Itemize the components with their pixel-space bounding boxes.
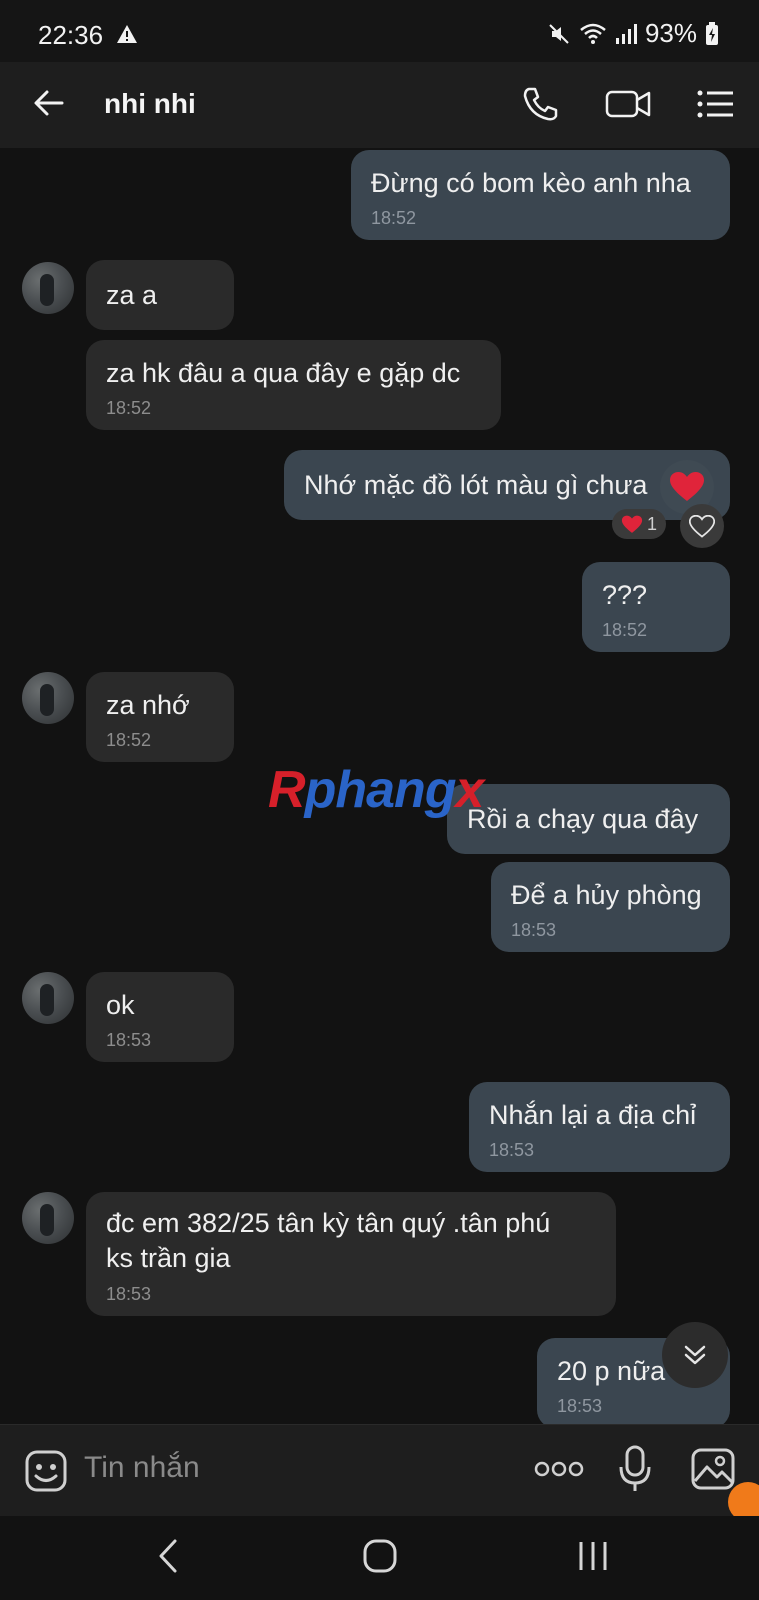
message-text: Đừng có bom kèo anh nha: [371, 168, 691, 198]
status-icons: 93%: [547, 18, 719, 49]
contact-avatar[interactable]: [22, 1192, 74, 1244]
microphone-icon[interactable]: [618, 1445, 652, 1493]
mute-icon: [549, 23, 569, 44]
reaction-count-badge[interactable]: 1: [612, 509, 666, 539]
message-time: 18:53: [106, 1284, 152, 1304]
watermark-logo: Rphangx: [268, 761, 484, 819]
system-navigation-bar: [0, 1516, 759, 1600]
message-text: ???: [602, 580, 648, 610]
message-text: 20 p nữa: [557, 1356, 666, 1386]
heart-icon: [670, 472, 704, 501]
status-bar: 22:36 93%: [0, 0, 759, 62]
message-time: 18:53: [489, 1140, 535, 1160]
message-bubble-incoming[interactable]: za a: [86, 260, 234, 330]
heart-icon: [621, 515, 643, 533]
battery-icon: [706, 21, 718, 45]
sticker-icon[interactable]: [24, 1449, 68, 1493]
message-text: Để a hủy phòng: [511, 880, 702, 910]
message-bubble-incoming[interactable]: za nhớ 18:52: [86, 672, 234, 762]
message-bubble-outgoing[interactable]: Để a hủy phòng 18:53: [491, 862, 730, 952]
phone-icon[interactable]: [520, 84, 560, 124]
message-list[interactable]: Đừng có bom kèo anh nha 18:52 za a za hk…: [0, 148, 759, 1424]
message-bubble-outgoing[interactable]: Rồi a chạy qua đây: [447, 784, 730, 854]
message-text: za hk đâu a qua đây e gặp dc: [106, 358, 461, 388]
chat-header: nhi nhi: [0, 62, 759, 148]
message-text: đc em 382/25 tân kỳ tân quý .tân phú ks …: [106, 1208, 551, 1273]
image-icon[interactable]: [690, 1447, 736, 1491]
contact-avatar[interactable]: [22, 672, 74, 724]
contact-avatar[interactable]: [22, 262, 74, 314]
nav-recents-icon[interactable]: [576, 1538, 610, 1574]
scroll-to-bottom-button[interactable]: [662, 1322, 728, 1388]
video-call-icon[interactable]: [604, 84, 652, 124]
message-bubble-outgoing[interactable]: ??? 18:52: [582, 562, 730, 652]
message-bubble-outgoing[interactable]: Đừng có bom kèo anh nha 18:52: [351, 150, 730, 240]
message-time: 18:53: [557, 1396, 603, 1416]
warning-icon: [117, 25, 137, 43]
reaction-count: 1: [646, 513, 657, 534]
contact-name[interactable]: nhi nhi: [104, 88, 196, 120]
message-composer: Tin nhắn: [0, 1424, 759, 1517]
message-bubble-incoming[interactable]: ok 18:53: [86, 972, 234, 1062]
wifi-icon: [580, 23, 606, 44]
message-bubble-incoming[interactable]: đc em 382/25 tân kỳ tân quý .tân phú ks …: [86, 1192, 616, 1316]
message-text: Nhớ mặc đồ lót màu gì chưa: [304, 470, 648, 500]
message-time: 18:53: [511, 920, 557, 940]
message-time: 18:52: [106, 730, 152, 750]
message-input[interactable]: Tin nhắn: [84, 1451, 200, 1485]
message-text: Rồi a chạy qua đây: [467, 804, 699, 834]
message-time: 18:52: [371, 208, 417, 228]
message-text: Nhắn lại a địa chỉ: [489, 1100, 697, 1130]
message-text: za nhớ: [106, 690, 190, 720]
add-reaction-button[interactable]: [680, 504, 724, 548]
message-time: 18:52: [106, 398, 152, 418]
message-bubble-outgoing[interactable]: Nhắn lại a địa chỉ 18:53: [469, 1082, 730, 1172]
menu-list-icon[interactable]: [696, 84, 736, 124]
message-text: za a: [106, 280, 158, 310]
message-time: 18:52: [602, 620, 648, 640]
nav-home-icon[interactable]: [362, 1538, 398, 1574]
battery-percent: 93%: [644, 18, 697, 48]
message-time: 18:53: [106, 1030, 152, 1050]
more-dots-icon[interactable]: [534, 1461, 584, 1477]
back-arrow-icon[interactable]: [32, 86, 66, 120]
signal-icon: [615, 23, 637, 44]
contact-avatar[interactable]: [22, 972, 74, 1024]
nav-back-icon[interactable]: [156, 1538, 180, 1574]
message-bubble-incoming[interactable]: za hk đâu a qua đây e gặp dc 18:52: [86, 340, 501, 430]
heart-outline-icon: [689, 514, 715, 538]
double-chevron-down-icon: [684, 1345, 706, 1365]
status-time: 22:36: [38, 20, 104, 50]
message-text: ok: [106, 990, 135, 1020]
